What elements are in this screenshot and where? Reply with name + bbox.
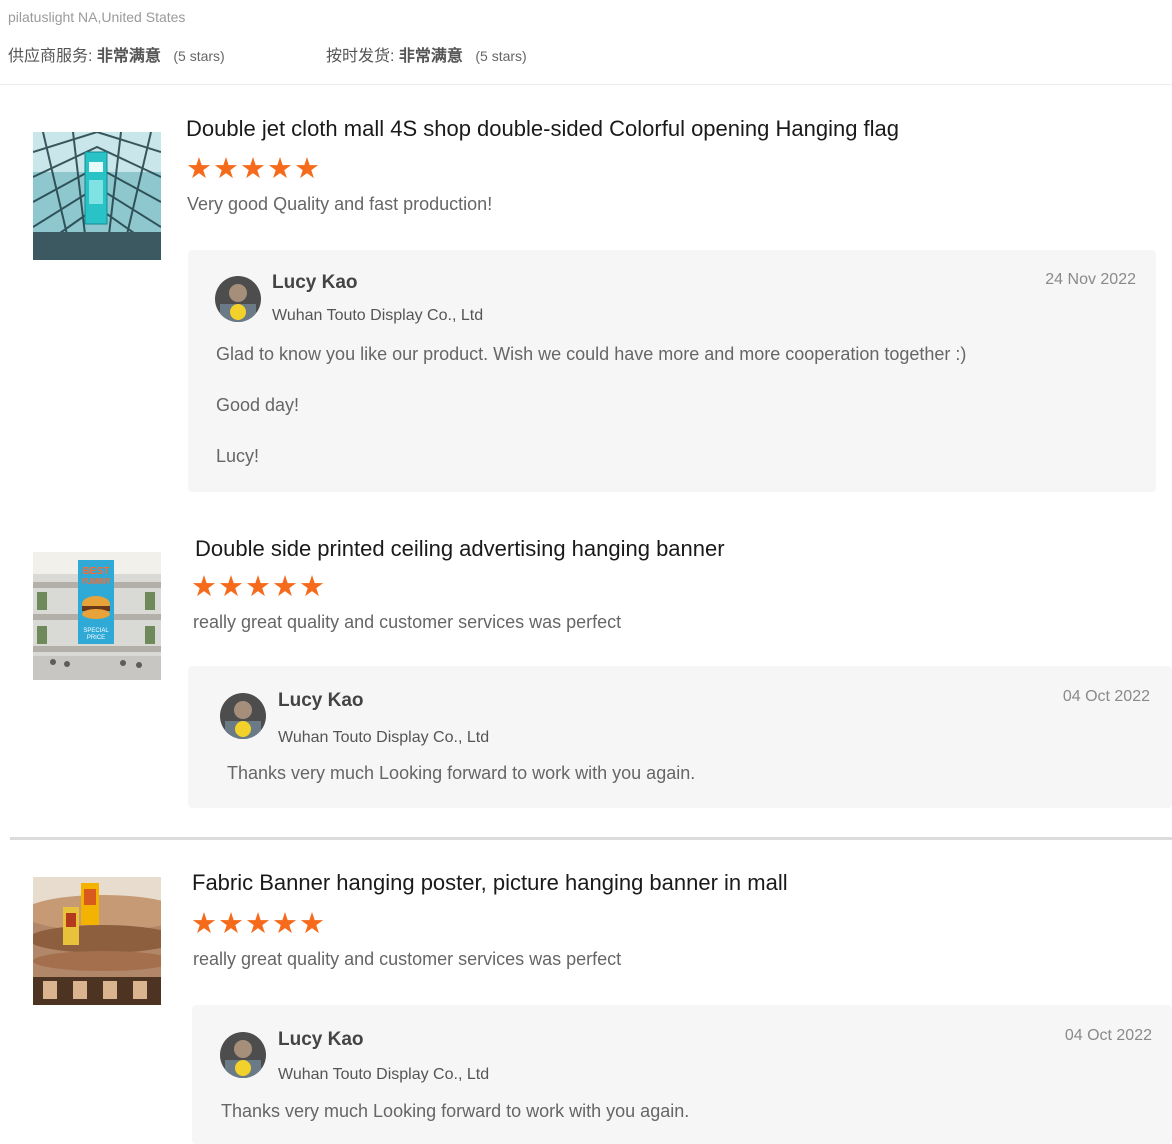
- reply-date: 04 Oct 2022: [1064, 1027, 1152, 1044]
- on-time-shipment-label: 按时发货:: [326, 48, 395, 65]
- product-thumbnail[interactable]: BEST YUMMY SPECIAL PRICE: [33, 552, 161, 680]
- supplier-service-value: 非常满意: [96, 48, 161, 65]
- review-title[interactable]: Double jet cloth mall 4S shop double-sid…: [186, 116, 899, 142]
- star-rating: ★★★★★: [191, 908, 326, 940]
- reply-date: 04 Oct 2022: [1062, 688, 1150, 705]
- supplier-service-label: 供应商服务:: [8, 48, 93, 65]
- review-title[interactable]: Fabric Banner hanging poster, picture ha…: [192, 870, 788, 896]
- reply-company: Wuhan Touto Display Co., Ltd: [278, 729, 490, 746]
- on-time-shipment-rating: 按时发货: 非常满意 (5 stars): [326, 42, 527, 66]
- ceiling-banner-image: BEST YUMMY SPECIAL PRICE: [33, 552, 161, 680]
- thumb-text-price: PRICE: [87, 635, 105, 641]
- reply-author-name: Lucy Kao: [278, 690, 364, 711]
- reply-text-line: Good day!: [216, 395, 300, 415]
- avatar: [215, 276, 261, 322]
- product-thumbnail[interactable]: [33, 132, 161, 260]
- section-divider: [10, 837, 1172, 840]
- reply-text-line: Thanks very much Looking forward to work…: [227, 763, 696, 783]
- reply-author-name: Lucy Kao: [272, 272, 358, 293]
- mall-poster-image: [33, 877, 161, 1005]
- review-comment: really great quality and customer servic…: [193, 949, 622, 969]
- reply-text-line: Lucy!: [216, 446, 260, 466]
- review-title[interactable]: Double side printed ceiling advertising …: [195, 536, 725, 562]
- thumb-text-best: BEST: [83, 566, 110, 577]
- supplier-service-rating: 供应商服务: 非常满意 (5 stars): [8, 42, 225, 66]
- header-divider: [0, 84, 1172, 85]
- reply-company: Wuhan Touto Display Co., Ltd: [272, 307, 484, 324]
- product-thumbnail[interactable]: [33, 877, 161, 1005]
- mall-banner-image: [33, 132, 161, 260]
- on-time-shipment-stars: (5 stars): [475, 48, 527, 64]
- review-comment: Very good Quality and fast production!: [187, 194, 493, 214]
- on-time-shipment-value: 非常满意: [398, 48, 463, 65]
- thumb-text-special: SPECIAL: [83, 628, 109, 634]
- reply-author-name: Lucy Kao: [278, 1029, 364, 1050]
- seller-reply: Lucy Kao Wuhan Touto Display Co., Ltd 04…: [188, 666, 1172, 808]
- buyer-location: pilatuslight NA,United States: [8, 9, 186, 25]
- star-rating: ★★★★★: [186, 153, 321, 185]
- reply-date: 24 Nov 2022: [1045, 271, 1136, 288]
- avatar: [220, 1032, 266, 1078]
- reply-text-line: Thanks very much Looking forward to work…: [221, 1101, 690, 1121]
- supplier-service-stars: (5 stars): [173, 48, 225, 64]
- seller-reply: Lucy Kao Wuhan Touto Display Co., Ltd 04…: [192, 1005, 1172, 1144]
- thumb-text-yummy: YUMMY: [81, 577, 111, 586]
- star-rating: ★★★★★: [191, 571, 326, 603]
- avatar: [220, 693, 266, 739]
- reply-text-line: Glad to know you like our product. Wish …: [216, 344, 967, 364]
- review-comment: really great quality and customer servic…: [193, 612, 622, 632]
- seller-reply: Lucy Kao Wuhan Touto Display Co., Ltd 24…: [188, 250, 1156, 492]
- reply-company: Wuhan Touto Display Co., Ltd: [278, 1066, 490, 1083]
